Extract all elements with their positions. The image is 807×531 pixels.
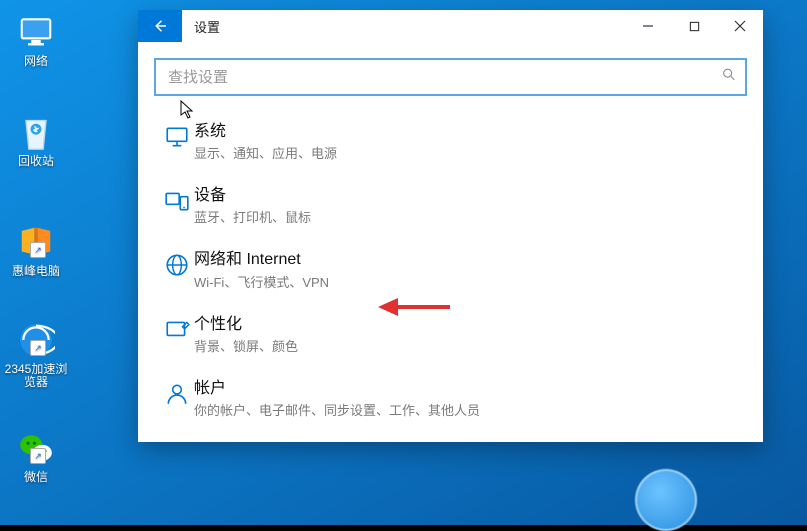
category-subtitle: 蓝牙、打印机、鼠标 (194, 207, 741, 226)
category-title: 设备 (194, 186, 741, 205)
category-system[interactable]: 系统 显示、通知、应用、电源 (154, 110, 747, 174)
desktop-icon-label: 2345加速浏览器 (0, 363, 72, 389)
category-subtitle: 显示、通知、应用、电源 (194, 143, 741, 162)
network-icon (16, 12, 56, 52)
devices-icon (160, 186, 194, 214)
accounts-icon (160, 379, 194, 407)
desktop-icon-label: 微信 (0, 471, 72, 484)
maximize-icon (689, 21, 700, 32)
category-network[interactable]: 网络和 Internet Wi-Fi、飞行模式、VPN (154, 238, 747, 302)
arrow-left-icon (151, 17, 169, 35)
category-title: 帐户 (194, 379, 741, 398)
category-subtitle: 背景、锁屏、颜色 (194, 336, 741, 355)
desktop-icon-label: 惠峰电脑 (0, 265, 72, 278)
category-time-language[interactable]: 时间和语言 (154, 431, 747, 442)
search-box[interactable] (154, 58, 747, 96)
minimize-button[interactable] (625, 10, 671, 42)
window-title: 设置 (182, 10, 232, 42)
category-list: 系统 显示、通知、应用、电源 设备 蓝牙、打印机、鼠标 (154, 110, 747, 442)
desktop-icon-network[interactable]: 网络 (0, 12, 72, 68)
search-input[interactable] (166, 68, 711, 87)
search-icon (721, 67, 737, 88)
personalization-icon (160, 315, 194, 343)
desktop-icon-recycle-bin[interactable]: 回收站 (0, 112, 72, 168)
shortcut-arrow-icon: ↗ (30, 340, 46, 356)
system-icon (160, 122, 194, 150)
category-accounts[interactable]: 帐户 你的帐户、电子邮件、同步设置、工作、其他人员 (154, 367, 747, 431)
globe-icon (160, 250, 194, 278)
titlebar: 设置 (138, 10, 763, 42)
desktop-icon-label: 回收站 (0, 155, 72, 168)
browser-icon: ↗ (16, 320, 56, 360)
shortcut-arrow-icon: ↗ (30, 242, 46, 258)
desktop: 网络 回收站 ↗ 惠峰电脑 ↗ 2345加速浏览器 ↗ 微信 (0, 0, 807, 525)
category-devices[interactable]: 设备 蓝牙、打印机、鼠标 (154, 174, 747, 238)
close-icon (734, 20, 746, 32)
settings-window: 设置 (138, 10, 763, 442)
shortcut-arrow-icon: ↗ (30, 448, 46, 464)
desktop-icon-browser[interactable]: ↗ 2345加速浏览器 (0, 320, 72, 389)
desktop-icon-label: 网络 (0, 55, 72, 68)
category-subtitle: Wi-Fi、飞行模式、VPN (194, 272, 741, 291)
back-button[interactable] (138, 10, 182, 42)
assist-bubble (635, 469, 697, 531)
window-content: 系统 显示、通知、应用、电源 设备 蓝牙、打印机、鼠标 (138, 42, 763, 442)
minimize-icon (642, 20, 654, 32)
recycle-bin-icon (16, 112, 56, 152)
desktop-icon-wechat[interactable]: ↗ 微信 (0, 428, 72, 484)
maximize-button[interactable] (671, 10, 717, 42)
category-personalization[interactable]: 个性化 背景、锁屏、颜色 (154, 303, 747, 367)
close-button[interactable] (717, 10, 763, 42)
computer-icon: ↗ (16, 222, 56, 262)
category-title: 个性化 (194, 315, 741, 334)
wechat-icon: ↗ (16, 428, 56, 468)
category-subtitle: 你的帐户、电子邮件、同步设置、工作、其他人员 (194, 400, 741, 419)
desktop-icon-thispc[interactable]: ↗ 惠峰电脑 (0, 222, 72, 278)
category-title: 系统 (194, 122, 741, 141)
category-title: 网络和 Internet (194, 250, 741, 269)
